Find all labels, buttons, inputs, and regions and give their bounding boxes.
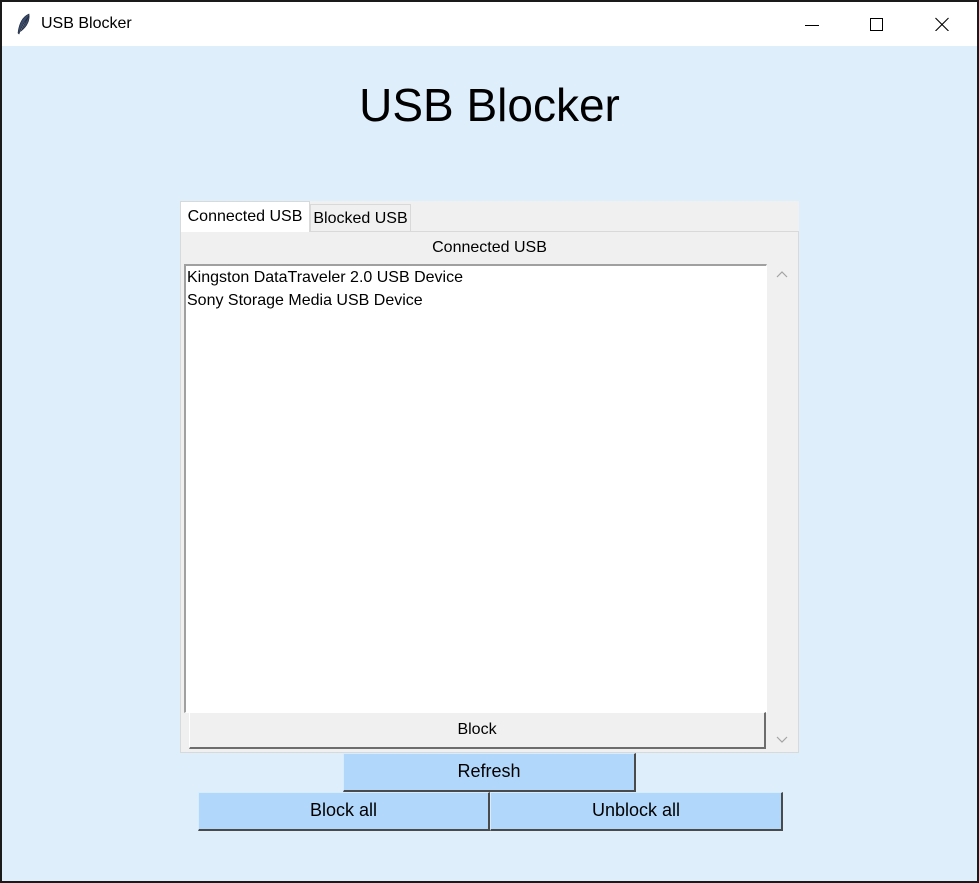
- page-title: USB Blocker: [359, 79, 620, 131]
- minimize-icon: [805, 25, 819, 26]
- vertical-scrollbar[interactable]: [772, 264, 792, 751]
- close-button[interactable]: [910, 2, 974, 46]
- minimize-button[interactable]: [780, 2, 844, 46]
- refresh-button[interactable]: Refresh: [343, 753, 636, 792]
- usb-notebook: Connected USB Blocked USB Connected USB …: [180, 201, 799, 753]
- scroll-down-icon[interactable]: [776, 736, 788, 744]
- window-title: USB Blocker: [41, 15, 132, 32]
- block-button[interactable]: Block: [189, 712, 766, 749]
- list-item[interactable]: Kingston DataTraveler 2.0 USB Device: [186, 266, 766, 289]
- scroll-up-icon[interactable]: [776, 270, 788, 278]
- feather-icon: [17, 13, 30, 35]
- tab-connected-usb[interactable]: Connected USB: [180, 201, 310, 232]
- list-item[interactable]: Sony Storage Media USB Device: [186, 289, 766, 312]
- block-all-button[interactable]: Block all: [198, 792, 490, 831]
- unblock-all-button[interactable]: Unblock all: [490, 792, 783, 831]
- maximize-button[interactable]: [845, 2, 909, 46]
- maximize-icon: [870, 18, 883, 31]
- panel-label: Connected USB: [432, 239, 547, 256]
- title-bar[interactable]: USB Blocker: [2, 2, 977, 46]
- app-window: USB Blocker USB Blocker Connected USB Bl…: [0, 0, 979, 883]
- tab-blocked-usb[interactable]: Blocked USB: [310, 204, 411, 232]
- device-listbox[interactable]: Kingston DataTraveler 2.0 USB Device Son…: [184, 264, 767, 713]
- close-icon: [935, 17, 949, 31]
- connected-usb-panel: Connected USB Kingston DataTraveler 2.0 …: [180, 231, 799, 753]
